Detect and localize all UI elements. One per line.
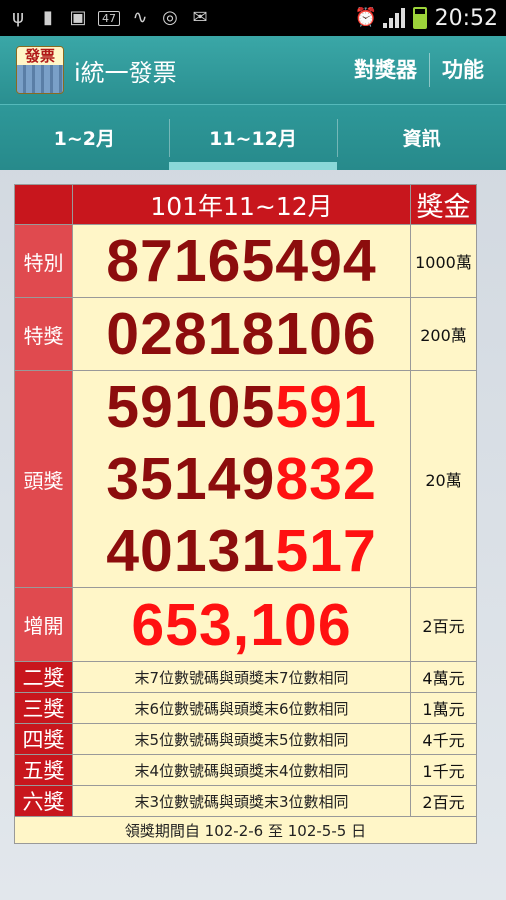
special-prize-number-cell: 87165494 xyxy=(72,224,411,298)
fourth-prize-amount: 4千元 xyxy=(410,723,477,755)
third-prize-amount: 1萬元 xyxy=(410,692,477,724)
additional-prize-row: 增開 653,106 2百元 xyxy=(14,587,477,662)
battery-icon xyxy=(412,7,427,29)
number-suffix: 517 xyxy=(275,518,377,584)
grand-prize-amount: 200萬 xyxy=(410,297,477,371)
minor-prize-row: 三獎 末6位數號碼與頭獎末6位數相同 1萬元 xyxy=(14,692,477,724)
tab-nov-dec[interactable]: 11~12月 xyxy=(168,105,338,170)
first-prize-amount: 20萬 xyxy=(410,370,477,588)
first-prize-number: 35149832 xyxy=(73,443,410,515)
grand-prize-label: 特獎 xyxy=(14,297,73,371)
menu-button[interactable]: 功能 xyxy=(430,52,496,88)
sixth-prize-rule: 末3位數號碼與頭獎末3位數相同 xyxy=(72,785,411,817)
second-prize-amount: 4萬元 xyxy=(410,661,477,693)
grand-prize-number: 02818106 xyxy=(106,301,377,367)
second-prize-label: 二獎 xyxy=(14,661,73,693)
status-bar: ψ ▮ ▣ 47 ∿ ◎ ✉ ⏰ 20:52 xyxy=(0,0,506,36)
number-suffix: 832 xyxy=(275,446,377,512)
fourth-prize-rule: 末5位數號碼與頭獎末5位數相同 xyxy=(72,723,411,755)
app-logo-text: 發票 xyxy=(17,47,63,65)
claim-period: 領獎期間自 102-2-6 至 102-5-5 日 xyxy=(14,816,477,844)
fifth-prize-amount: 1千元 xyxy=(410,754,477,786)
fifth-prize-rule: 末4位數號碼與頭獎末4位數相同 xyxy=(72,754,411,786)
sd-card-icon: ▮ xyxy=(43,7,53,28)
period-title: 101年11~12月 xyxy=(72,184,411,225)
number-prefix: 35149 xyxy=(106,446,276,512)
minor-prize-row: 四獎 末5位數號碼與頭獎末5位數相同 4千元 xyxy=(14,723,477,755)
mail-icon: ✉ xyxy=(192,7,208,28)
first-prize-row: 頭獎 59105591 35149832 40131517 20萬 xyxy=(14,370,477,588)
notification-icons: ψ ▮ ▣ 47 ∿ ◎ ✉ xyxy=(8,9,355,27)
special-prize-number: 87165494 xyxy=(106,228,377,294)
number-prefix: 40131 xyxy=(106,518,276,584)
special-prize-amount: 1000萬 xyxy=(410,224,477,298)
table-header-row: 101年11~12月 獎金 xyxy=(14,184,477,225)
first-prize-number: 59105591 xyxy=(73,371,410,443)
number-prefix: 59105 xyxy=(106,374,276,440)
alarm-icon: ⏰ xyxy=(354,7,378,28)
claim-period-row: 領獎期間自 102-2-6 至 102-5-5 日 xyxy=(14,816,477,844)
minor-prize-row: 二獎 末7位數號碼與頭獎末7位數相同 4萬元 xyxy=(14,661,477,693)
additional-prize-amount: 2百元 xyxy=(410,587,477,662)
image-icon: ▣ xyxy=(69,7,87,28)
period-tabs: 1~2月 11~12月 資訊 xyxy=(0,104,506,170)
banknotes-icon xyxy=(17,65,63,93)
additional-prize-number-cell: 653,106 xyxy=(72,587,411,662)
third-prize-rule: 末6位數號碼與頭獎末6位數相同 xyxy=(72,692,411,724)
clock: 20:52 xyxy=(434,5,498,31)
usb-icon: ψ xyxy=(12,7,24,28)
additional-prize-label: 增開 xyxy=(14,587,73,662)
signal-app-icon: ∿ xyxy=(132,7,148,28)
first-prize-numbers-cell: 59105591 35149832 40131517 xyxy=(72,370,411,588)
special-prize-label: 特別 xyxy=(14,224,73,298)
first-prize-label: 頭獎 xyxy=(14,370,73,588)
system-icons: ⏰ 20:52 xyxy=(355,6,498,31)
minor-prize-row: 六獎 末3位數號碼與頭獎末3位數相同 2百元 xyxy=(14,785,477,817)
app-title: i統一發票 xyxy=(74,58,177,87)
minor-prize-row: 五獎 末4位數號碼與頭獎末4位數相同 1千元 xyxy=(14,754,477,786)
amount-header: 獎金 xyxy=(410,184,477,225)
badge-icon: 47 xyxy=(98,10,120,26)
checker-button[interactable]: 對獎器 xyxy=(342,52,429,88)
additional-prize-number: 653,106 xyxy=(131,591,352,658)
signal-icon xyxy=(382,8,405,28)
fourth-prize-label: 四獎 xyxy=(14,723,73,755)
third-prize-label: 三獎 xyxy=(14,692,73,724)
grand-prize-row: 特獎 02818106 200萬 xyxy=(14,297,477,371)
number-suffix: 591 xyxy=(275,374,377,440)
special-prize-row: 特別 87165494 1000萬 xyxy=(14,224,477,298)
grand-prize-number-cell: 02818106 xyxy=(72,297,411,371)
app-logo-icon[interactable]: 發票 xyxy=(16,46,64,94)
tab-info[interactable]: 資訊 xyxy=(337,105,506,170)
fifth-prize-label: 五獎 xyxy=(14,754,73,786)
tab-jan-feb[interactable]: 1~2月 xyxy=(0,105,169,170)
first-prize-number: 40131517 xyxy=(73,515,410,587)
sixth-prize-label: 六獎 xyxy=(14,785,73,817)
header-blank-cell xyxy=(14,184,73,225)
app-bar: 發票 i統一發票 對獎器 功能 xyxy=(0,36,506,104)
sixth-prize-amount: 2百元 xyxy=(410,785,477,817)
sync-icon: ◎ xyxy=(162,7,178,28)
second-prize-rule: 末7位數號碼與頭獎末7位數相同 xyxy=(72,661,411,693)
prize-table: 101年11~12月 獎金 特別 87165494 1000萬 特獎 02818… xyxy=(14,184,477,844)
